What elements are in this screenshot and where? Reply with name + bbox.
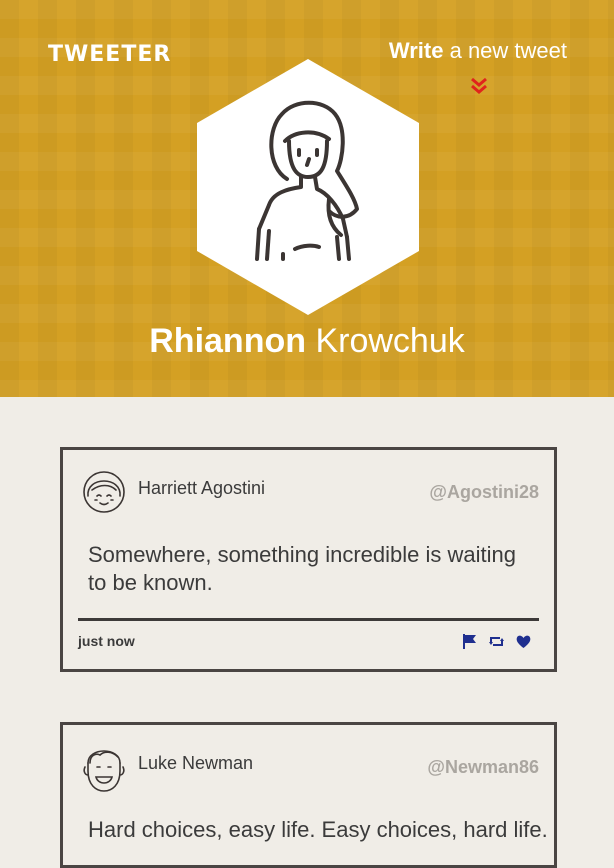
write-link-rest: a new tweet [443,38,567,63]
profile-first-name: Rhiannon [149,322,307,360]
tweet-divider [78,618,539,621]
girl-avatar-icon [83,471,125,513]
tweet-author-handle[interactable]: @Agostini28 [429,482,539,503]
flag-icon[interactable] [461,633,478,650]
profile-name: Rhiannon Krowchuk [0,322,614,361]
tweet-text: Hard choices, easy life. Easy choices, h… [88,817,548,842]
heart-icon[interactable] [515,633,532,650]
tweet-actions [461,632,532,650]
man-avatar-icon [83,750,125,792]
tweet-author-name[interactable]: Harriett Agostini [138,478,265,499]
double-chevron-down-icon[interactable] [469,76,489,96]
tweet-timestamp: just now [78,633,135,649]
profile-header: TWEETER Write a new tweet Rhiannon Krowc… [0,0,614,397]
tweet-author-name[interactable]: Luke Newman [138,753,253,774]
brand-logo[interactable]: TWEETER [48,42,171,67]
tweet-card: Luke Newman @Newman86 Hard choices, easy… [60,722,557,868]
tweet-text: Somewhere, something incredible is waiti… [88,542,516,595]
tweet-card: Harriett Agostini @Agostini28 Somewhere,… [60,447,557,672]
profile-avatar [197,59,419,315]
tweet-author-handle[interactable]: @Newman86 [427,757,539,778]
retweet-icon[interactable] [488,633,505,650]
profile-last-name: Krowchuk [306,322,465,360]
